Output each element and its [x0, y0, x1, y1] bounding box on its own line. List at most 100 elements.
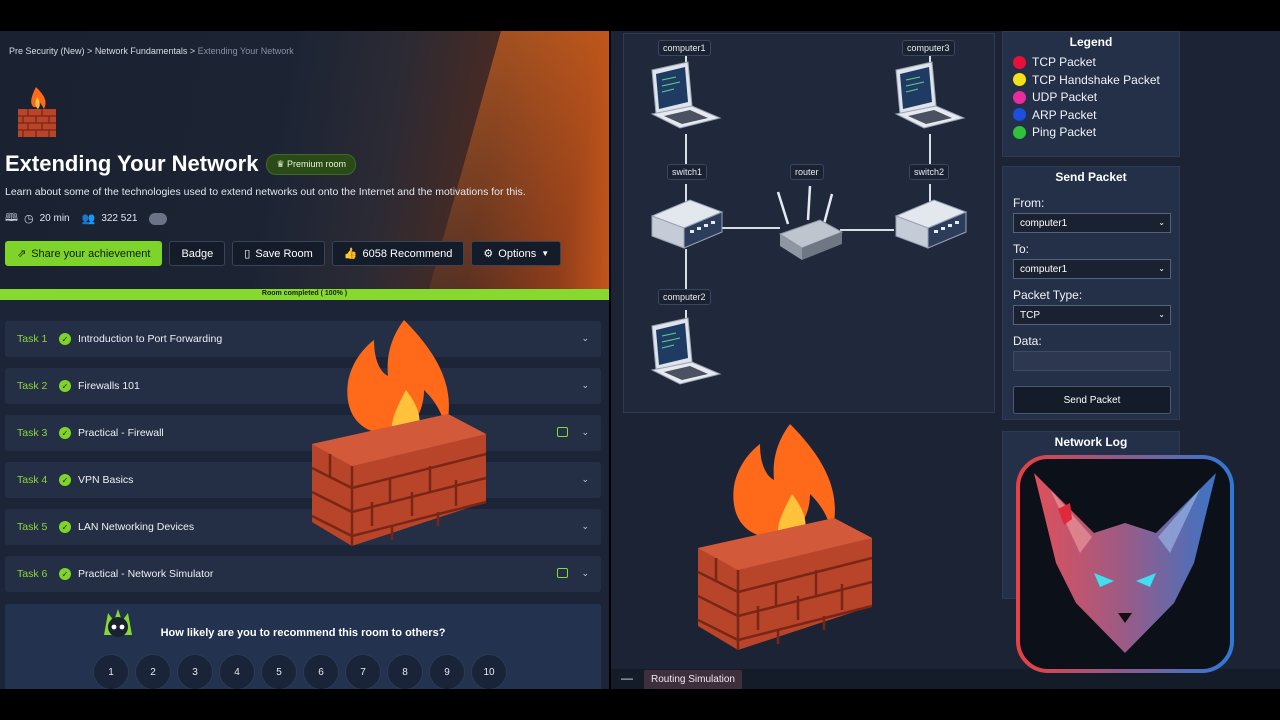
bottom-letterbox	[0, 689, 1280, 720]
tcp-dot-icon	[1013, 55, 1026, 69]
computer2-label: computer2	[658, 289, 711, 305]
save-room-button[interactable]: ▯ Save Room	[232, 241, 325, 266]
switch2-node[interactable]	[894, 199, 968, 249]
book-icon: 🕮	[5, 212, 18, 224]
bookmark-icon: ▯	[244, 248, 251, 260]
minimize-icon[interactable]: —	[621, 671, 633, 685]
breadcrumb-item[interactable]: Network Fundamentals	[95, 46, 188, 56]
survey-option[interactable]: 6	[303, 654, 339, 689]
computer3-node[interactable]	[894, 61, 966, 129]
users-icon: 👥	[81, 213, 96, 225]
gear-icon: ⚙	[483, 248, 494, 260]
legend-item: ARP Packet	[1013, 108, 1179, 123]
computer2-node[interactable]	[650, 317, 722, 385]
chevron-down-icon[interactable]: ⌄	[581, 568, 589, 579]
room-title: Extending Your Network	[5, 151, 259, 176]
share-achievement-button[interactable]: ⇗ Share your achievement	[5, 241, 163, 266]
network-canvas[interactable]: computer1 computer3 switch1 router switc…	[623, 33, 995, 413]
survey-scale: 1 2 3 4 5 6 7 8 9 10	[93, 654, 507, 689]
legend-title: Legend	[1069, 35, 1113, 49]
badge-button[interactable]: Badge	[169, 241, 226, 266]
legend-item: TCP Packet	[1013, 55, 1179, 70]
arp-dot-icon	[1013, 108, 1026, 122]
chevron-down-icon[interactable]: ⌄	[581, 380, 589, 391]
survey-option[interactable]: 10	[471, 654, 507, 689]
data-label: Data:	[1013, 334, 1042, 348]
task-row[interactable]: Task 3 ✓ Practical - Firewall ⌄	[5, 415, 601, 451]
room-users: 322 521	[101, 213, 138, 224]
chevron-down-icon[interactable]: ⌄	[581, 333, 589, 344]
avatars-icon[interactable]	[149, 212, 168, 225]
survey-option[interactable]: 7	[345, 654, 381, 689]
chevron-down-icon: ⌄	[1158, 310, 1165, 319]
options-button[interactable]: ⚙ Options ▼	[471, 241, 562, 266]
check-icon: ✓	[59, 568, 71, 580]
network-diagram	[650, 54, 968, 385]
task-row[interactable]: Task 2 ✓ Firewalls 101 ⌄	[5, 368, 601, 404]
switch1-label: switch1	[667, 164, 708, 180]
thumbs-up-icon: 👍	[343, 248, 358, 260]
breadcrumb: Pre Security (New) > Network Fundamental…	[9, 46, 294, 56]
task-row[interactable]: Task 6 ✓ Practical - Network Simulator ⌄	[5, 556, 601, 592]
ping-dot-icon	[1013, 125, 1026, 139]
survey-question: How likely are you to recommend this roo…	[160, 627, 446, 639]
crown-icon: ♛	[276, 158, 288, 169]
room-panel: Pre Security (New) > Network Fundamental…	[0, 31, 609, 689]
premium-badge: ♛ Premium room	[266, 153, 357, 175]
router-node[interactable]	[776, 185, 844, 260]
room-duration: 20 min	[39, 213, 70, 224]
survey-option[interactable]: 8	[387, 654, 423, 689]
recommend-button[interactable]: 👍 6058 Recommend	[331, 241, 465, 266]
from-select[interactable]: computer1 ⌄	[1013, 213, 1171, 233]
firewall-room-icon	[18, 87, 56, 137]
task-row[interactable]: Task 5 ✓ LAN Networking Devices ⌄	[5, 509, 601, 545]
packet-type-select[interactable]: TCP ⌄	[1013, 305, 1171, 325]
tab-routing-simulation[interactable]: Routing Simulation	[644, 670, 742, 689]
room-actions: ⇗ Share your achievement Badge ▯ Save Room…	[5, 241, 562, 266]
calendar-icon	[557, 427, 568, 437]
send-packet-button[interactable]: Send Packet	[1013, 386, 1171, 414]
survey-option[interactable]: 9	[429, 654, 465, 689]
task-row[interactable]: Task 1 ✓ Introduction to Port Forwarding ⌄	[5, 321, 601, 357]
check-icon: ✓	[59, 521, 71, 533]
top-letterbox	[0, 0, 1280, 31]
recommend-survey: How likely are you to recommend this roo…	[5, 604, 601, 689]
breadcrumb-current: Extending Your Network	[197, 46, 294, 56]
task-row[interactable]: Task 4 ✓ VPN Basics ⌄	[5, 462, 601, 498]
legend-panel: Legend TCP Packet TCP Handshake Packet U…	[1002, 31, 1180, 157]
room-title-row: Extending Your Network ♛ Premium room	[5, 151, 357, 177]
handshake-dot-icon	[1013, 73, 1026, 87]
packet-type-label: Packet Type:	[1013, 288, 1083, 302]
clock-icon: ◷	[23, 213, 34, 225]
switch2-label: switch2	[909, 164, 950, 180]
switch1-node[interactable]	[650, 199, 724, 249]
check-icon: ✓	[59, 380, 71, 392]
survey-option[interactable]: 3	[177, 654, 213, 689]
survey-option[interactable]: 1	[93, 654, 129, 689]
from-label: From:	[1013, 196, 1045, 210]
chevron-down-icon[interactable]: ⌄	[581, 521, 589, 532]
survey-option[interactable]: 2	[135, 654, 171, 689]
legend-item: UDP Packet	[1013, 90, 1179, 105]
computer3-label: computer3	[902, 40, 955, 56]
data-input[interactable]	[1013, 351, 1171, 371]
breadcrumb-item[interactable]: Pre Security (New)	[9, 46, 85, 56]
computer1-label: computer1	[658, 40, 711, 56]
to-label: To:	[1013, 242, 1030, 256]
computer1-node[interactable]	[650, 61, 722, 129]
room-description: Learn about some of the technologies use…	[5, 186, 526, 198]
send-packet-title: Send Packet	[1055, 170, 1127, 184]
send-packet-panel: Send Packet From: computer1 ⌄ To: compute…	[1002, 166, 1180, 420]
legend-item: Ping Packet	[1013, 125, 1179, 140]
chevron-down-icon[interactable]: ⌄	[581, 474, 589, 485]
survey-option[interactable]: 5	[261, 654, 297, 689]
router-label: router	[790, 164, 824, 180]
to-select[interactable]: computer1 ⌄	[1013, 259, 1171, 279]
calendar-icon	[557, 568, 568, 578]
legend-item: TCP Handshake Packet	[1013, 73, 1179, 88]
caret-down-icon: ▼	[541, 249, 550, 258]
fox-logo-icon	[1016, 455, 1234, 673]
survey-option[interactable]: 4	[219, 654, 255, 689]
mascot-icon	[104, 609, 132, 637]
chevron-down-icon[interactable]: ⌄	[581, 427, 589, 438]
